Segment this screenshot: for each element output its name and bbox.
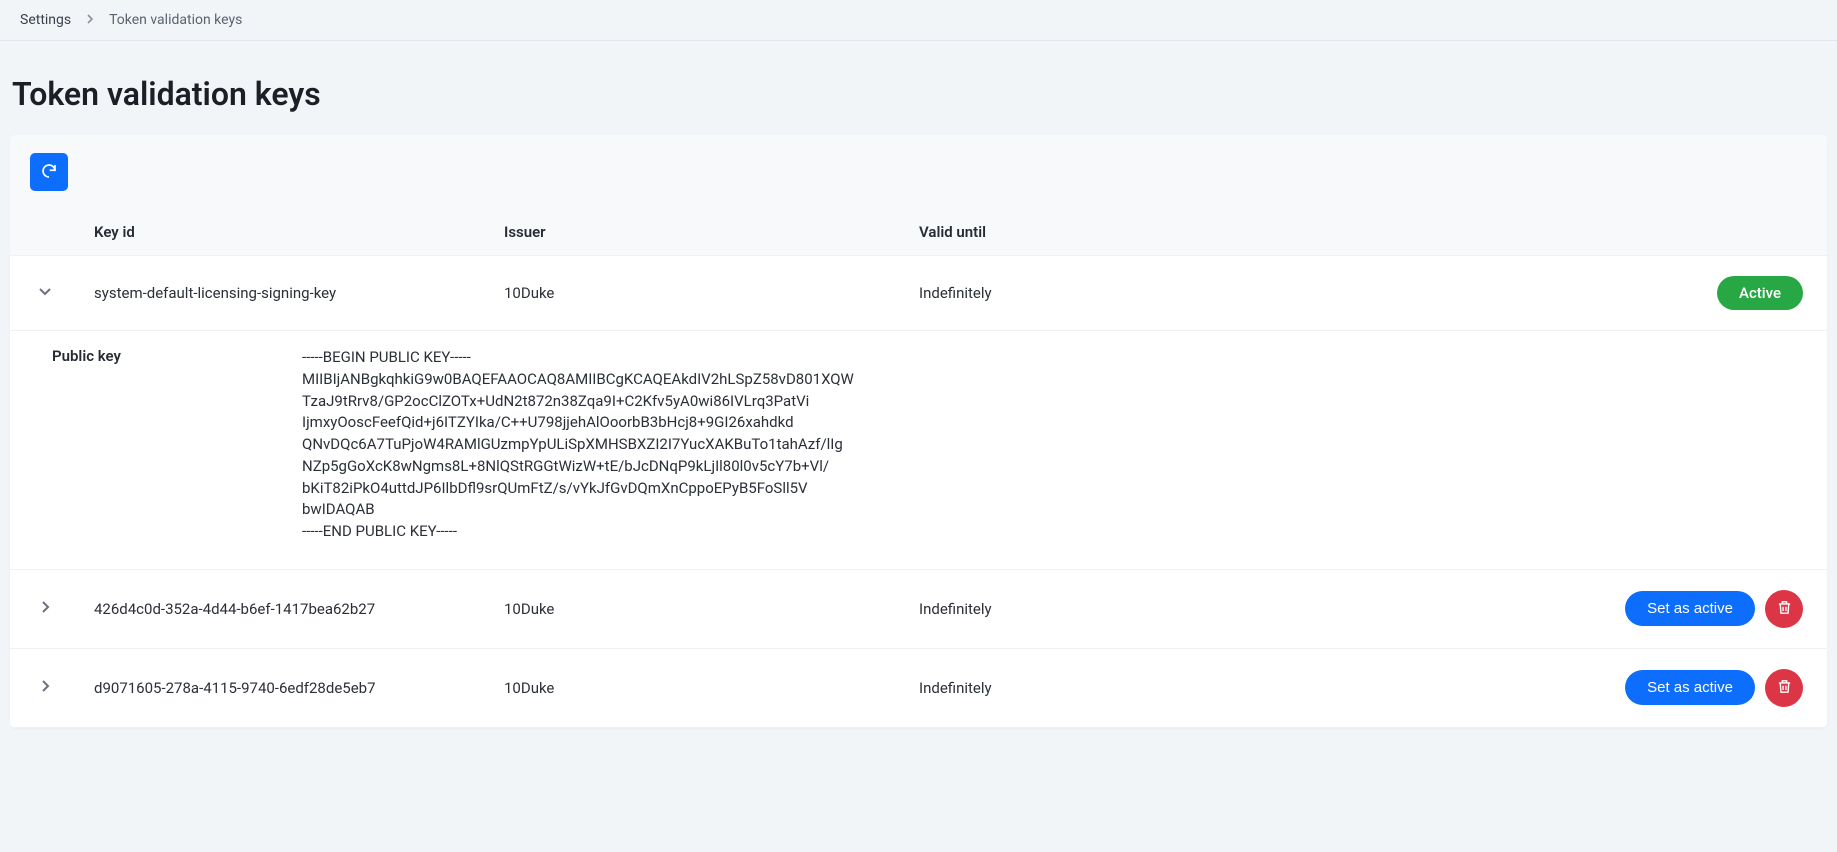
- set-active-button[interactable]: Set as active: [1625, 591, 1755, 626]
- public-key-label: Public key: [52, 347, 302, 543]
- cell-issuer: 10Duke: [504, 284, 919, 302]
- chevron-right-icon: [38, 679, 52, 697]
- breadcrumb: Settings Token validation keys: [0, 0, 1837, 41]
- chevron-right-icon: [38, 600, 52, 618]
- page-title: Token validation keys: [0, 41, 1837, 135]
- delete-button[interactable]: [1765, 590, 1803, 628]
- cell-keyid: system-default-licensing-signing-key: [94, 284, 504, 302]
- refresh-icon: [40, 162, 58, 183]
- table-row: 426d4c0d-352a-4d44-b6ef-1417bea62b27 10D…: [10, 570, 1827, 649]
- keys-card: Key id Issuer Valid until system-default…: [10, 135, 1827, 728]
- breadcrumb-root[interactable]: Settings: [20, 12, 71, 28]
- cell-keyid: 426d4c0d-352a-4d44-b6ef-1417bea62b27: [94, 600, 504, 618]
- table-row: system-default-licensing-signing-key 10D…: [10, 256, 1827, 331]
- status-badge-active: Active: [1717, 276, 1803, 310]
- cell-issuer: 10Duke: [504, 600, 919, 618]
- col-header-issuer: Issuer: [504, 223, 919, 241]
- chevron-right-icon: [85, 12, 95, 28]
- col-header-keyid: Key id: [94, 223, 504, 241]
- trash-icon: [1776, 599, 1793, 619]
- chevron-down-icon: [38, 284, 52, 302]
- expand-toggle[interactable]: [34, 598, 56, 620]
- table-header: Key id Issuer Valid until: [10, 209, 1827, 256]
- expand-toggle[interactable]: [34, 677, 56, 699]
- cell-valid: Indefinitely: [919, 284, 1334, 302]
- cell-valid: Indefinitely: [919, 600, 1334, 618]
- cell-valid: Indefinitely: [919, 679, 1334, 697]
- breadcrumb-current: Token validation keys: [109, 12, 242, 28]
- public-key-value: -----BEGIN PUBLIC KEY----- MIIBIjANBgkqh…: [302, 347, 1803, 543]
- trash-icon: [1776, 678, 1793, 698]
- delete-button[interactable]: [1765, 669, 1803, 707]
- set-active-button[interactable]: Set as active: [1625, 670, 1755, 705]
- row-expanded-content: Public key -----BEGIN PUBLIC KEY----- MI…: [10, 331, 1827, 570]
- cell-issuer: 10Duke: [504, 679, 919, 697]
- col-header-valid: Valid until: [919, 223, 1334, 241]
- collapse-toggle[interactable]: [34, 282, 56, 304]
- keys-table: Key id Issuer Valid until system-default…: [10, 209, 1827, 728]
- table-row: d9071605-278a-4115-9740-6edf28de5eb7 10D…: [10, 649, 1827, 728]
- toolbar: [10, 135, 1827, 209]
- refresh-button[interactable]: [30, 153, 68, 191]
- cell-keyid: d9071605-278a-4115-9740-6edf28de5eb7: [94, 679, 504, 697]
